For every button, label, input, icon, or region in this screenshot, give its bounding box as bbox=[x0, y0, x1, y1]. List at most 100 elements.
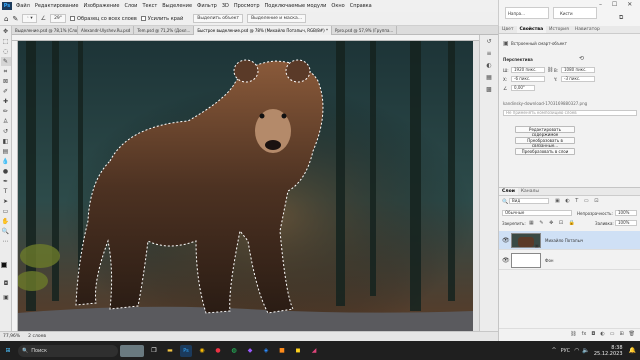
app-icon-yellow[interactable]: ◼ bbox=[292, 345, 304, 357]
widget-image-icon[interactable] bbox=[120, 344, 144, 357]
task-view-icon[interactable]: ❐ bbox=[148, 345, 160, 357]
layer-filter-icons[interactable]: ▣ ◐ T ▭ ⊡ bbox=[555, 198, 600, 204]
tray-chevron-icon[interactable]: ^ bbox=[552, 347, 557, 354]
menu-help[interactable]: Справка bbox=[350, 3, 372, 9]
zoom-level[interactable]: 77,96% bbox=[3, 334, 20, 339]
lasso-tool-icon[interactable]: ◌ bbox=[1, 47, 11, 56]
tab-navigator[interactable]: Навигатор bbox=[572, 26, 603, 33]
layer-row-bear[interactable]: 👁 ▣ Михайло Потапыч bbox=[499, 231, 640, 250]
menu-text[interactable]: Текст bbox=[142, 3, 157, 9]
visibility-eye-icon[interactable]: 👁 bbox=[502, 237, 510, 244]
group-icon[interactable]: ▭ bbox=[610, 331, 615, 337]
type-tool-icon[interactable]: T bbox=[1, 187, 11, 196]
menu-3d[interactable]: 3D bbox=[222, 3, 229, 9]
whatsapp-icon[interactable]: ◍ bbox=[228, 345, 240, 357]
move-tool-icon[interactable]: ✥ bbox=[1, 27, 11, 36]
app-icon-purple[interactable]: ◆ bbox=[244, 345, 256, 357]
new-layer-icon[interactable]: ⊞ bbox=[619, 331, 623, 337]
clock[interactable]: 8:38 25.12.2023 bbox=[594, 345, 623, 357]
properties-icon[interactable]: ≡ bbox=[483, 49, 495, 59]
tab-layers[interactable]: Слои bbox=[499, 188, 518, 195]
link-layers-icon[interactable]: ⛓ bbox=[570, 331, 576, 337]
angle-field[interactable]: 0,00° bbox=[511, 85, 535, 91]
frame-tool-icon[interactable]: ⊠ bbox=[1, 77, 11, 86]
blend-mode-select[interactable]: Обычные bbox=[502, 210, 572, 216]
y-field[interactable]: -3 пикс. bbox=[561, 76, 595, 82]
tab-properties[interactable]: Свойства bbox=[516, 26, 547, 33]
mini-panel-item-1[interactable]: Напра... bbox=[505, 7, 549, 19]
menu-select[interactable]: Выделение bbox=[162, 3, 192, 9]
windows-start-icon[interactable]: ⊞ bbox=[2, 345, 14, 357]
menu-window[interactable]: Окно bbox=[331, 3, 344, 9]
app-icon-pink[interactable]: ◢ bbox=[308, 345, 320, 357]
fill-field[interactable]: 100% bbox=[615, 220, 637, 226]
quick-selection-tool-icon[interactable]: ✎ bbox=[0, 57, 11, 66]
trash-icon[interactable]: 🗑 bbox=[629, 331, 635, 337]
menu-view[interactable]: Просмотр bbox=[234, 3, 260, 9]
layer-name[interactable]: Фон bbox=[545, 258, 554, 263]
layer-filter-select[interactable]: Вид bbox=[509, 198, 549, 204]
angle-field[interactable]: 29° bbox=[50, 14, 67, 23]
shape-tool-icon[interactable]: ▭ bbox=[1, 207, 11, 216]
layer-row-background[interactable]: 👁 Фон bbox=[499, 251, 640, 270]
lock-icons[interactable]: ▦ ✎ ✥ ⊡ 🔒 bbox=[529, 220, 577, 226]
app-icon-red[interactable]: ● bbox=[212, 345, 224, 357]
pen-tool-icon[interactable]: ✒ bbox=[1, 177, 11, 186]
mini-panel-item-2[interactable]: Кисти bbox=[553, 7, 597, 19]
enhance-edge-checkbox[interactable]: Усилить край bbox=[140, 15, 183, 22]
adjustments-icon[interactable]: ◐ bbox=[483, 61, 495, 71]
x-field[interactable]: -6 пикс. bbox=[511, 76, 545, 82]
link-icon[interactable]: ⛓ bbox=[547, 67, 553, 73]
opacity-field[interactable]: 100% bbox=[615, 210, 637, 216]
brush-size-picker[interactable]: ◦ ▾ bbox=[22, 14, 37, 23]
tab-history[interactable]: История bbox=[546, 26, 572, 33]
menu-image[interactable]: Изображение bbox=[83, 3, 119, 9]
screen-mode-icon[interactable]: ▣ bbox=[1, 293, 11, 302]
history-brush-icon[interactable]: ↺ bbox=[1, 127, 11, 136]
libraries-icon[interactable]: ▦ bbox=[483, 73, 495, 83]
document-info[interactable]: 2 слоев bbox=[28, 334, 46, 339]
select-subject-button[interactable]: Выделить объект bbox=[193, 14, 244, 23]
reset-transform-icon[interactable]: ⟲ bbox=[579, 55, 584, 62]
doc-tab-3[interactable]: Tem.psd @ 71,2% (Дохл... bbox=[134, 26, 195, 35]
eraser-tool-icon[interactable]: ◧ bbox=[1, 137, 11, 146]
marquee-tool-icon[interactable]: ⬚ bbox=[1, 37, 11, 46]
more-tools-icon[interactable]: ⋯ bbox=[1, 237, 11, 246]
hand-tool-icon[interactable]: ✋ bbox=[1, 217, 11, 226]
tab-channels[interactable]: Каналы bbox=[518, 188, 542, 195]
taskbar-search-box[interactable]: 🔍 Поиск bbox=[18, 344, 118, 357]
edit-contents-button[interactable]: Редактировать содержимое bbox=[515, 126, 575, 137]
eyedropper-tool-icon[interactable]: ✐ bbox=[1, 87, 11, 96]
foreground-color-swatch[interactable] bbox=[1, 262, 7, 268]
file-explorer-icon[interactable]: ▬ bbox=[164, 345, 176, 357]
document-canvas[interactable] bbox=[18, 41, 473, 331]
gradient-tool-icon[interactable]: ▤ bbox=[1, 147, 11, 156]
path-selection-icon[interactable]: ➤ bbox=[1, 197, 11, 206]
workspace-icon[interactable]: ⧉ bbox=[619, 14, 623, 22]
photoshop-taskbar-icon[interactable]: Ps bbox=[180, 344, 192, 357]
height-field[interactable]: 1080 пикс. bbox=[561, 67, 595, 73]
swatches-icon[interactable]: ▩ bbox=[483, 85, 495, 95]
doc-tab-2[interactable]: Alexandr-Ulyshev.Ru.psd bbox=[78, 26, 135, 35]
tab-color[interactable]: Цвет bbox=[499, 26, 517, 33]
language-indicator[interactable]: РУС bbox=[561, 348, 571, 354]
adjustment-layer-icon[interactable]: ◐ bbox=[600, 331, 604, 337]
wifi-icon[interactable]: ◠ bbox=[574, 347, 579, 354]
layer-name[interactable]: Михайло Потапыч bbox=[545, 238, 583, 243]
app-icon-orange[interactable]: ■ bbox=[276, 345, 288, 357]
doc-tab-1[interactable]: Выделение.psd @ 78,1% (Слой... bbox=[12, 26, 78, 35]
quick-selection-icon[interactable]: ✎ bbox=[12, 15, 18, 23]
menu-plugins[interactable]: Подключаемые модули bbox=[265, 3, 327, 9]
blur-tool-icon[interactable]: 💧 bbox=[1, 157, 11, 166]
menu-file[interactable]: Файл bbox=[16, 3, 30, 9]
doc-tab-active[interactable]: Быстрое выделение.psd @ 78% (Михайло Пот… bbox=[194, 26, 332, 35]
doc-tab-5[interactable]: Ppro.psd @ 57,9% (Группа... bbox=[332, 26, 398, 35]
zoom-tool-icon[interactable]: 🔍 bbox=[1, 227, 11, 236]
convert-to-layers-button[interactable]: Преобразовать в слои bbox=[515, 148, 575, 155]
fx-icon[interactable]: fx bbox=[582, 331, 587, 337]
brush-tool-icon[interactable]: ✏ bbox=[1, 107, 11, 116]
menu-filter[interactable]: Фильтр bbox=[197, 3, 217, 9]
window-controls[interactable]: – ☐ ✕ bbox=[599, 1, 636, 8]
dodge-tool-icon[interactable]: ● bbox=[1, 167, 11, 176]
width-field[interactable]: 1920 пикс. bbox=[511, 67, 545, 73]
